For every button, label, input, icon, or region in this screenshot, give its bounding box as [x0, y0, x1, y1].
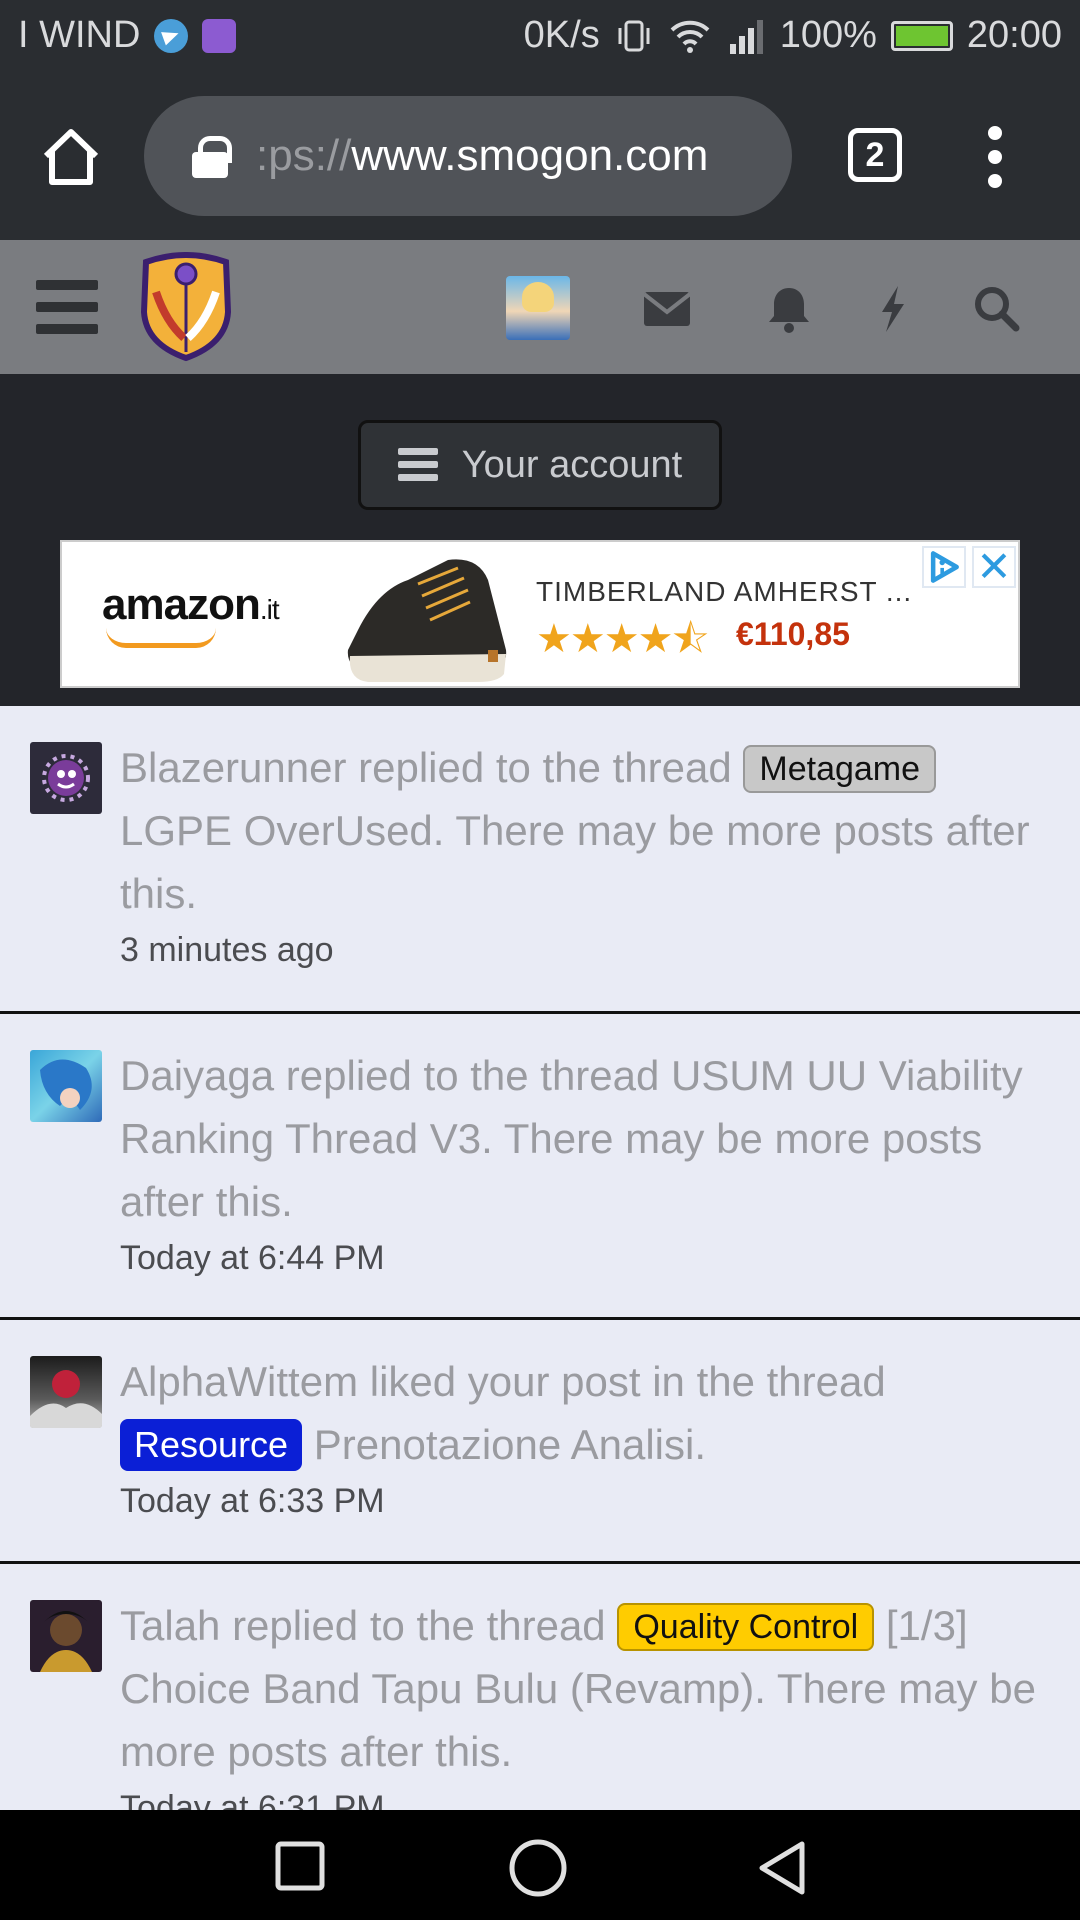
alert-text: Talah replied to the thread Quality Cont…	[120, 1594, 1040, 1810]
whats-new-bolt-icon[interactable]	[866, 282, 920, 336]
home-circle-icon[interactable]	[508, 1838, 568, 1898]
alerts-bell-icon[interactable]	[762, 282, 816, 336]
site-navbar	[0, 240, 1080, 374]
list-icon	[397, 448, 438, 482]
alert-time: Today at 6:31 PM	[120, 1789, 385, 1810]
user-avatar[interactable]	[506, 276, 570, 340]
alert-action: replied to the thread	[220, 1602, 618, 1649]
wifi-icon	[670, 20, 710, 53]
alert-avatar[interactable]	[30, 1600, 102, 1672]
alert-item[interactable]: Blazerunner replied to the thread Metaga…	[0, 706, 1080, 1014]
back-triangle-icon[interactable]	[754, 1838, 810, 1898]
alert-text: Blazerunner replied to the thread Metaga…	[120, 736, 1040, 975]
alert-item[interactable]: AlphaWittem liked your post in the threa…	[0, 1320, 1080, 1564]
advertisement-banner[interactable]: amazon.it TIMBERLAND AMHERST ... ★★★★⯪ €…	[60, 540, 1020, 688]
system-navigation-bar	[0, 1810, 1080, 1920]
inbox-envelope-icon[interactable]	[640, 282, 694, 336]
home-icon[interactable]	[38, 124, 104, 190]
alert-user[interactable]: Talah	[120, 1602, 220, 1649]
alert-thread-title[interactable]: LGPE OverUsed	[120, 807, 433, 854]
adchoices-icon[interactable]	[922, 546, 966, 588]
your-account-button[interactable]: Your account	[358, 420, 722, 510]
thread-prefix-badge[interactable]: Quality Control	[617, 1603, 875, 1651]
alert-item[interactable]: Daiyaga replied to the thread USUM UU Vi…	[0, 1014, 1080, 1320]
smogon-logo[interactable]	[136, 252, 236, 362]
alert-thread-title[interactable]: Prenotazione Analisi	[302, 1421, 695, 1468]
alert-action: replied to the thread	[274, 1052, 672, 1099]
address-bar[interactable]: :ps://www.smogon.com	[144, 96, 792, 216]
browser-toolbar: :ps://www.smogon.com 2	[0, 72, 1080, 240]
alert-avatar[interactable]	[30, 1050, 102, 1122]
alert-text: Daiyaga replied to the thread USUM UU Vi…	[120, 1044, 1040, 1283]
ad-rating-stars: ★★★★⯪	[536, 617, 709, 661]
alert-text: AlphaWittem liked your post in the threa…	[120, 1350, 1040, 1526]
amazon-logo: amazon.it	[102, 580, 280, 629]
alert-time: 3 minutes ago	[120, 931, 334, 969]
url-host: www.smogon.com	[351, 131, 709, 180]
alert-time: Today at 6:33 PM	[120, 1482, 385, 1520]
alert-user[interactable]: Daiyaga	[120, 1052, 274, 1099]
thread-prefix-badge[interactable]: Metagame	[743, 745, 937, 793]
ad-close-icon[interactable]: ✕	[972, 546, 1016, 588]
alert-action: replied to the thread	[346, 744, 744, 791]
alert-action: liked your post in the thread	[358, 1358, 886, 1405]
browser-menu-icon[interactable]	[980, 124, 1010, 190]
clock: 20:00	[966, 14, 1062, 56]
alert-avatar[interactable]	[30, 742, 102, 814]
alerts-list: Blazerunner replied to the thread Metaga…	[0, 706, 1080, 1810]
account-section: Your account amazon.it TIMBERLAND AMHERS…	[0, 374, 1080, 706]
tab-switcher-button[interactable]: 2	[848, 128, 902, 182]
ad-product-title: TIMBERLAND AMHERST ...	[536, 576, 913, 607]
ad-price: €110,85	[736, 616, 850, 652]
your-account-label: Your account	[461, 443, 683, 486]
alert-avatar[interactable]	[30, 1356, 102, 1428]
telegram-icon	[154, 18, 189, 53]
lock-icon	[192, 136, 232, 178]
battery-percent: 100%	[779, 14, 877, 56]
alert-user[interactable]: AlphaWittem	[120, 1358, 358, 1405]
battery-icon	[890, 20, 953, 51]
alert-item[interactable]: Talah replied to the thread Quality Cont…	[0, 1564, 1080, 1810]
vibrate-icon	[618, 20, 650, 51]
gallery-icon	[202, 18, 237, 53]
alert-suffix: .	[694, 1421, 707, 1468]
site-menu-icon[interactable]	[36, 280, 98, 334]
status-bar: I WIND 0K/s 100% 20:00	[0, 0, 1080, 72]
signal-icon	[729, 19, 763, 54]
shoe-image	[347, 559, 507, 682]
thread-prefix-badge[interactable]: Resource	[120, 1419, 303, 1471]
search-icon[interactable]	[970, 282, 1024, 336]
alert-time: Today at 6:44 PM	[120, 1239, 385, 1277]
url-scheme: :ps://	[256, 131, 352, 180]
amazon-smile-icon	[106, 628, 216, 648]
network-speed: 0K/s	[523, 14, 600, 56]
alert-user[interactable]: Blazerunner	[120, 744, 346, 791]
recent-apps-icon[interactable]	[272, 1838, 328, 1894]
url-text[interactable]: :ps://www.smogon.com	[256, 131, 708, 181]
carrier-label: I WIND	[18, 14, 141, 56]
